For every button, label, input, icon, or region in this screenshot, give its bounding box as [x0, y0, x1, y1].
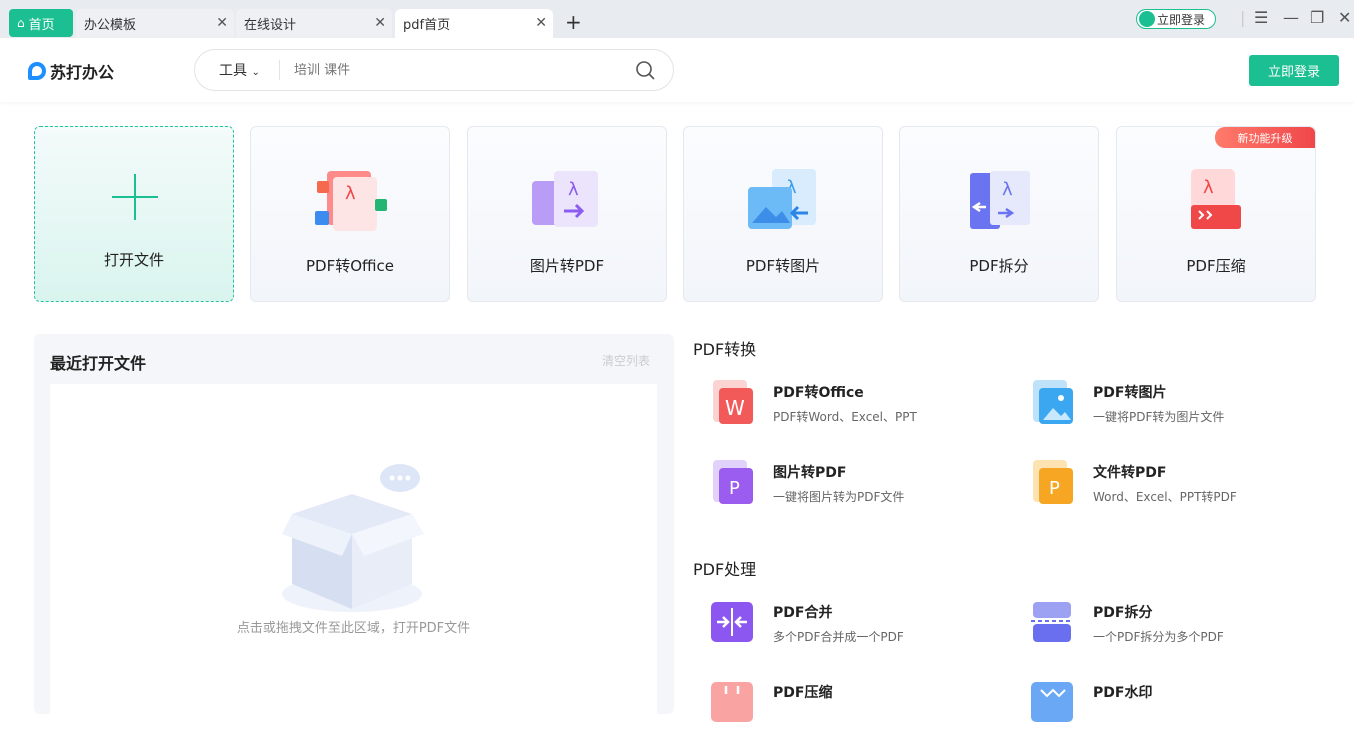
open-file-card[interactable]: 打开文件	[34, 126, 234, 302]
search-bar: 工具 ⌄	[194, 49, 674, 91]
image-to-pdf-card[interactable]: λ 图片转PDF	[467, 126, 667, 302]
pdf-split-card[interactable]: λ PDF拆分	[899, 126, 1099, 302]
svg-text:P: P	[1049, 478, 1060, 499]
tab-label: pdf首页	[403, 18, 451, 33]
empty-box-icon	[282, 464, 424, 612]
image-to-pdf-icon: λ	[532, 171, 598, 227]
search-divider	[279, 60, 280, 80]
pdf-merge-icon	[711, 602, 753, 642]
tool-item-file-to-pdf[interactable]: P 文件转PDF Word、Excel、PPT转PDF	[1013, 460, 1313, 510]
top-login-button[interactable]: 立即登录	[1136, 9, 1216, 29]
pdf-split-small-icon	[1031, 602, 1073, 642]
pdf-watermark-icon	[1031, 682, 1073, 722]
pdf-to-image-small-icon	[1033, 380, 1073, 424]
pdf-split-icon: λ	[970, 171, 1030, 229]
tool-item-pdf-merge[interactable]: PDF合并 多个PDF合并成一个PDF	[693, 600, 993, 650]
window-close-icon[interactable]: ✕	[1338, 8, 1351, 27]
tool-title: PDF合并	[773, 605, 833, 621]
tab-online-design[interactable]: 在线设计 ✕	[236, 9, 392, 38]
header: 苏打办公 工具 ⌄ 立即登录	[0, 38, 1354, 102]
logo-icon	[28, 62, 46, 80]
tool-desc: Word、Excel、PPT转PDF	[1093, 490, 1237, 504]
tool-item-pdf-split[interactable]: PDF拆分 一个PDF拆分为多个PDF	[1013, 600, 1313, 650]
tool-title: PDF水印	[1093, 685, 1153, 701]
tab-bar: ⌂ 首页 办公模板 ✕ 在线设计 ✕ pdf首页 ✕ + 立即登录 | ☰ — …	[0, 0, 1354, 38]
recent-files-panel: 最近打开文件 清空列表 点击或拖拽文件至此区域，打开PDF文件	[34, 334, 674, 714]
tool-desc: 一键将PDF转为图片文件	[1093, 410, 1225, 424]
restore-icon[interactable]: ❐	[1310, 8, 1324, 27]
pdf-compress-card[interactable]: 新功能升级 λ PDF压缩	[1116, 126, 1316, 302]
pdf-to-word-icon: W	[713, 380, 753, 424]
svg-text:λ: λ	[1203, 177, 1214, 198]
tool-title: 文件转PDF	[1093, 465, 1167, 481]
card-label: PDF压缩	[1186, 257, 1246, 275]
clear-list-button[interactable]: 清空列表	[602, 352, 650, 369]
pdf-to-office-card[interactable]: λ PDF转Office	[250, 126, 450, 302]
avatar-icon	[1139, 11, 1155, 27]
logo[interactable]: 苏打办公	[28, 59, 114, 83]
tool-desc: 一个PDF拆分为多个PDF	[1093, 630, 1224, 644]
home-icon: ⌂	[17, 16, 25, 30]
chevron-down-icon: ⌄	[251, 67, 260, 78]
tab-label: 在线设计	[244, 18, 297, 33]
tool-desc: PDF转Word、Excel、PPT	[773, 410, 917, 424]
tab-label: 办公模板	[84, 18, 137, 33]
close-icon[interactable]: ✕	[374, 15, 386, 31]
pdf-to-image-icon: λ	[748, 169, 816, 229]
tool-item-pdf-compress[interactable]: PDF压缩	[693, 680, 993, 730]
tab-pdf-home[interactable]: pdf首页 ✕	[395, 9, 553, 38]
svg-text:λ: λ	[345, 183, 356, 204]
search-input[interactable]	[294, 62, 614, 78]
tool-desc: 一键将图片转为PDF文件	[773, 490, 905, 504]
drop-hint: 点击或拖拽文件至此区域，打开PDF文件	[236, 621, 471, 636]
tool-title: 图片转PDF	[773, 465, 847, 481]
svg-text:λ: λ	[568, 179, 579, 200]
tool-title: PDF转Office	[773, 385, 864, 401]
search-icon[interactable]	[635, 60, 655, 80]
tab-office-templates[interactable]: 办公模板 ✕	[76, 9, 234, 38]
close-icon[interactable]: ✕	[216, 15, 228, 31]
logo-text: 苏打办公	[50, 63, 115, 82]
new-feature-badge: 新功能升级	[1215, 127, 1315, 148]
pdf-compress-icon: λ	[1191, 169, 1241, 229]
card-label: 打开文件	[103, 251, 164, 269]
svg-text:P: P	[729, 478, 740, 499]
tool-label: 工具	[219, 63, 247, 79]
tab-label: 首页	[28, 17, 55, 33]
pdf-to-office-icon: λ	[315, 171, 387, 231]
tool-item-image-to-pdf[interactable]: P 图片转PDF 一键将图片转为PDF文件	[693, 460, 993, 510]
close-icon[interactable]: ✕	[535, 15, 547, 31]
pdf-compress-small-icon	[711, 682, 753, 722]
card-label: PDF转Office	[305, 257, 394, 275]
card-label: PDF转图片	[745, 257, 821, 275]
menu-icon[interactable]: ☰	[1254, 8, 1268, 27]
card-label: 图片转PDF	[529, 257, 605, 275]
tool-dropdown[interactable]: 工具 ⌄	[219, 60, 279, 80]
tool-item-pdf-to-image[interactable]: PDF转图片 一键将PDF转为图片文件	[1013, 380, 1313, 430]
svg-text:W: W	[725, 396, 745, 420]
card-label: PDF拆分	[969, 257, 1029, 275]
section-title: PDF处理	[693, 560, 757, 579]
tab-home[interactable]: ⌂ 首页	[9, 9, 73, 37]
new-tab-icon[interactable]: +	[565, 10, 582, 34]
divider: |	[1240, 8, 1246, 27]
top-login-label: 立即登录	[1157, 12, 1206, 27]
tool-item-pdf-to-office[interactable]: W PDF转Office PDF转Word、Excel、PPT	[693, 380, 993, 430]
section-title: PDF转换	[693, 340, 757, 359]
tool-item-pdf-watermark[interactable]: PDF水印	[1013, 680, 1313, 730]
login-button[interactable]: 立即登录	[1249, 55, 1339, 86]
svg-text:λ: λ	[1002, 179, 1013, 200]
file-to-pdf-icon: P	[1033, 460, 1073, 504]
drop-zone[interactable]: 点击或拖拽文件至此区域，打开PDF文件	[50, 384, 657, 714]
minimize-icon[interactable]: —	[1283, 8, 1299, 27]
tool-title: PDF压缩	[773, 685, 833, 701]
tool-title: PDF转图片	[1093, 385, 1167, 401]
tool-desc: 多个PDF合并成一个PDF	[773, 630, 904, 644]
pdf-to-image-card[interactable]: λ PDF转图片	[683, 126, 883, 302]
tool-title: PDF拆分	[1093, 605, 1153, 621]
image-to-pdf-small-icon: P	[713, 460, 753, 504]
recent-title: 最近打开文件	[50, 354, 147, 373]
plus-icon	[112, 174, 158, 220]
